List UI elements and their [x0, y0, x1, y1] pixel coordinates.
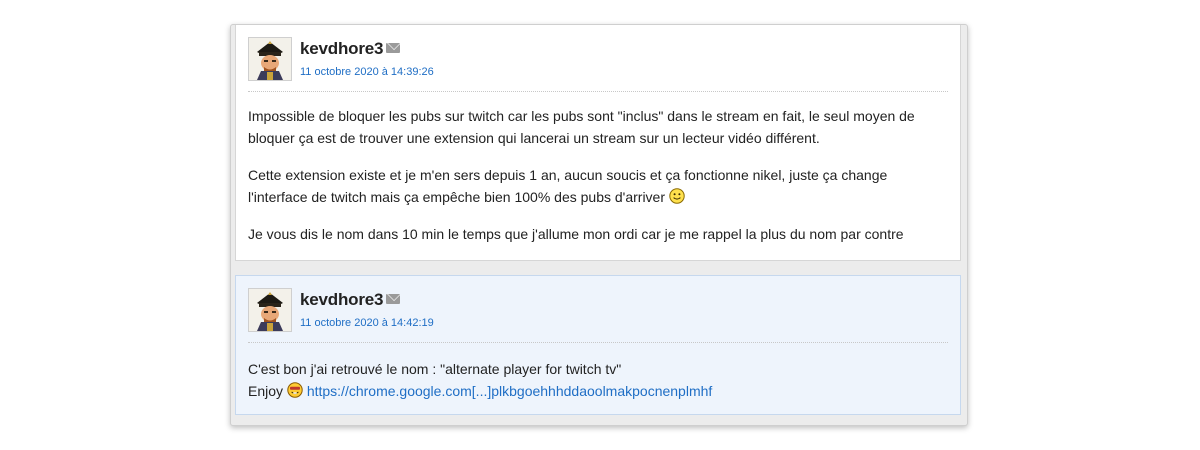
avatar[interactable] — [248, 288, 292, 332]
post-body: C'est bon j'ai retrouvé le nom : "altern… — [248, 358, 948, 402]
post-paragraph: Cette extension existe et je m'en sers d… — [248, 164, 948, 208]
post-paragraph: Impossible de bloquer les pubs sur twitc… — [248, 108, 915, 146]
post-date[interactable]: 11 octobre 2020 à 14:39:26 — [300, 66, 434, 78]
forum-post: kevdhore3 11 octobre 2020 à 14:39:26 Imp… — [235, 25, 961, 261]
post-line: C'est bon j'ai retrouvé le nom : "altern… — [248, 361, 622, 377]
cool-smiley-icon — [287, 382, 303, 398]
header-separator — [248, 91, 948, 92]
extension-link[interactable]: https://chrome.google.com[...]plkbgoehhh… — [307, 383, 712, 399]
mail-icon[interactable] — [386, 43, 400, 53]
avatar[interactable] — [248, 37, 292, 81]
smile-icon — [669, 188, 685, 204]
message-thread: kevdhore3 11 octobre 2020 à 14:39:26 Imp… — [230, 24, 968, 426]
avatar-image — [249, 38, 291, 80]
post-date[interactable]: 11 octobre 2020 à 14:42:19 — [300, 317, 434, 329]
username[interactable]: kevdhore3 — [300, 290, 383, 310]
header-separator — [248, 342, 948, 343]
post-paragraph: Je vous dis le nom dans 10 min le temps … — [248, 226, 904, 242]
post-line: Enjoy https://chrome.google.com[...]plkb… — [248, 380, 948, 402]
mail-icon[interactable] — [386, 294, 400, 304]
username[interactable]: kevdhore3 — [300, 39, 383, 59]
post-body: Impossible de bloquer les pubs sur twitc… — [248, 105, 948, 260]
post-line-text: Enjoy — [248, 383, 284, 399]
post-paragraph-text: Cette extension existe et je m'en sers d… — [248, 167, 888, 205]
forum-post: kevdhore3 11 octobre 2020 à 14:42:19 C'e… — [235, 275, 961, 415]
avatar-image — [249, 289, 291, 331]
